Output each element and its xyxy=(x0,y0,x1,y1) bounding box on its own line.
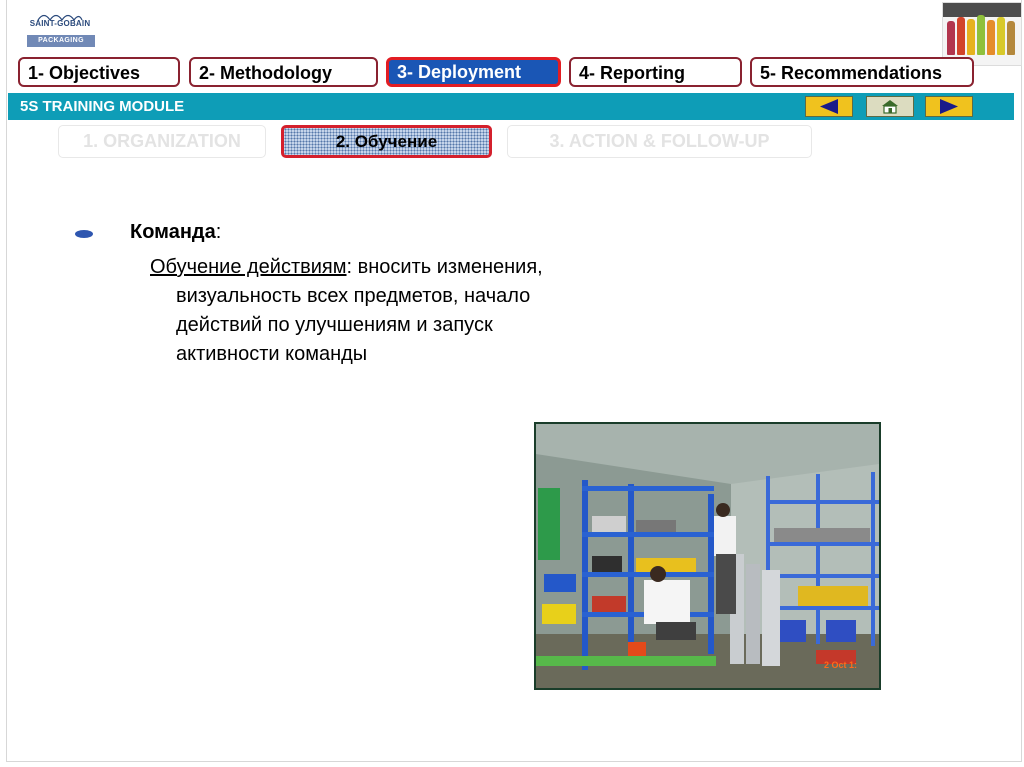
body-line-3: действий по улучшениям и запуск xyxy=(176,314,493,336)
home-icon xyxy=(882,100,898,114)
heading-text: Команда xyxy=(130,221,216,243)
body-line-2: визуальность всех предметов, начало xyxy=(176,285,531,307)
content-heading: Команда: xyxy=(130,221,221,244)
content-term: Обучение действиям xyxy=(150,256,347,278)
home-button[interactable] xyxy=(866,96,914,117)
left-arrow-icon xyxy=(820,99,838,114)
tab-methodology[interactable]: 2- Methodology xyxy=(189,57,378,87)
logo-sub-text: PACKAGING xyxy=(27,35,95,47)
tab-objectives[interactable]: 1- Objectives xyxy=(18,57,180,87)
saint-gobain-logo: SAINT-GOBAIN PACKAGING xyxy=(14,11,106,49)
heading-colon: : xyxy=(215,221,222,243)
body-line-1: Обучение действиям: вносить изменения, xyxy=(150,253,620,282)
workshop-photo-image xyxy=(536,424,879,688)
content-body: Обучение действиям: вносить изменения, в… xyxy=(150,253,620,369)
tab-recommendations[interactable]: 5- Recommendations xyxy=(750,57,974,87)
tab-deployment[interactable]: 3- Deployment xyxy=(386,57,561,87)
logo-brand-text: SAINT-GOBAIN xyxy=(29,19,91,28)
module-title: 5S TRAINING MODULE xyxy=(20,98,185,115)
tab-reporting[interactable]: 4- Reporting xyxy=(569,57,742,87)
bullet-icon xyxy=(75,230,93,238)
body-line-4: активности команды xyxy=(176,343,368,365)
workshop-photo: 2 Oct 1: xyxy=(534,422,881,690)
subtab-organization[interactable]: 1. ORGANIZATION xyxy=(58,125,266,158)
previous-button[interactable] xyxy=(805,96,853,117)
subtab-training[interactable]: 2. Обучение xyxy=(281,125,492,158)
next-button[interactable] xyxy=(925,96,973,117)
body-line-1-text: : вносить изменения, xyxy=(346,256,543,278)
module-bar: 5S TRAINING MODULE xyxy=(8,93,1014,120)
subtab-action-follow-up[interactable]: 3. ACTION & FOLLOW-UP xyxy=(507,125,812,158)
photo-date-stamp: 2 Oct 1: xyxy=(823,660,857,670)
right-arrow-icon xyxy=(940,99,958,114)
